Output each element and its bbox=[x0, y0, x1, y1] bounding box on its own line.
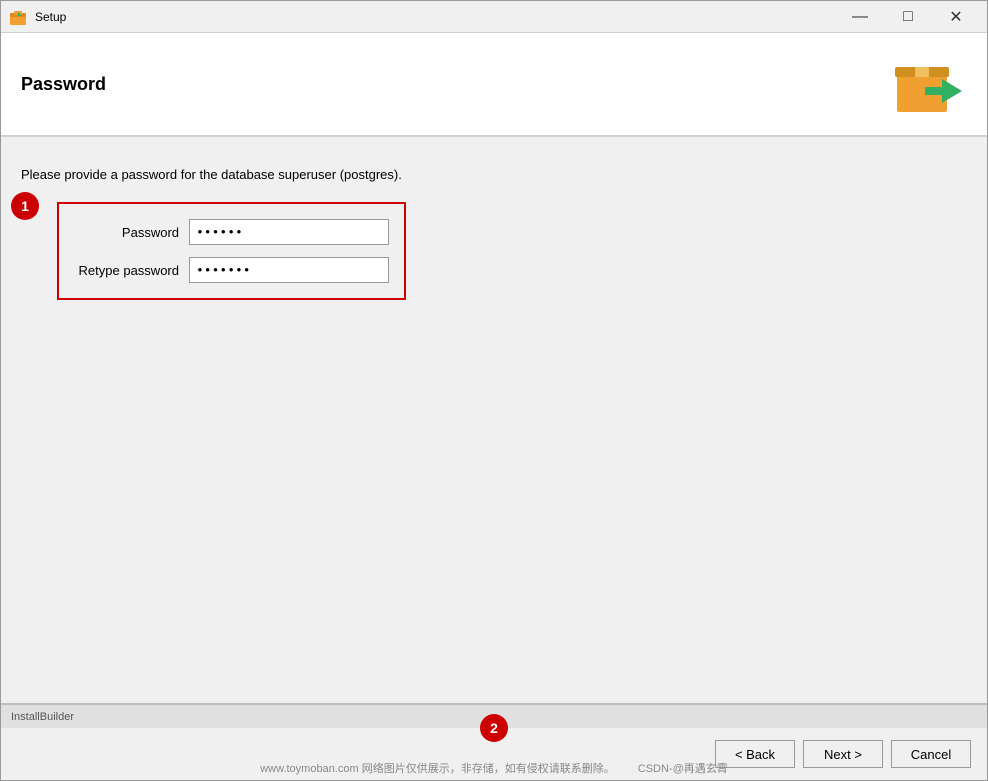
annotation-circle-1: 1 bbox=[11, 192, 39, 220]
retype-password-label: Retype password bbox=[74, 263, 189, 278]
page-header: Password bbox=[1, 33, 987, 137]
password-row: Password bbox=[74, 219, 389, 245]
box-logo-icon bbox=[887, 49, 967, 119]
installbuilder-label: InstallBuilder bbox=[11, 711, 74, 723]
annotation-circle-2: 2 bbox=[480, 714, 508, 742]
minimize-button[interactable]: — bbox=[837, 1, 883, 33]
instruction-text: Please provide a password for the databa… bbox=[21, 167, 967, 182]
page-title: Password bbox=[21, 74, 106, 95]
retype-password-input[interactable] bbox=[189, 257, 389, 283]
close-button[interactable]: ✕ bbox=[933, 1, 979, 33]
title-bar: Setup — □ ✕ bbox=[1, 1, 987, 33]
window-title: Setup bbox=[35, 10, 837, 24]
watermark-text: www.toymoban.com 网络图片仅供展示，非存储，如有侵权请联系删除。… bbox=[1, 758, 987, 778]
app-icon bbox=[9, 8, 27, 26]
maximize-button[interactable]: □ bbox=[885, 1, 931, 33]
content-area: Please provide a password for the databa… bbox=[1, 137, 987, 703]
password-input[interactable] bbox=[189, 219, 389, 245]
retype-password-row: Retype password bbox=[74, 257, 389, 283]
csdn-tag: CSDN-@再遇玄霄 bbox=[638, 763, 728, 775]
header-logo bbox=[887, 49, 967, 119]
password-label: Password bbox=[74, 225, 189, 240]
setup-window: Setup — □ ✕ Password Please provide a bbox=[0, 0, 988, 781]
window-controls: — □ ✕ bbox=[837, 1, 979, 33]
form-highlight-box: Password Retype password bbox=[57, 202, 406, 300]
